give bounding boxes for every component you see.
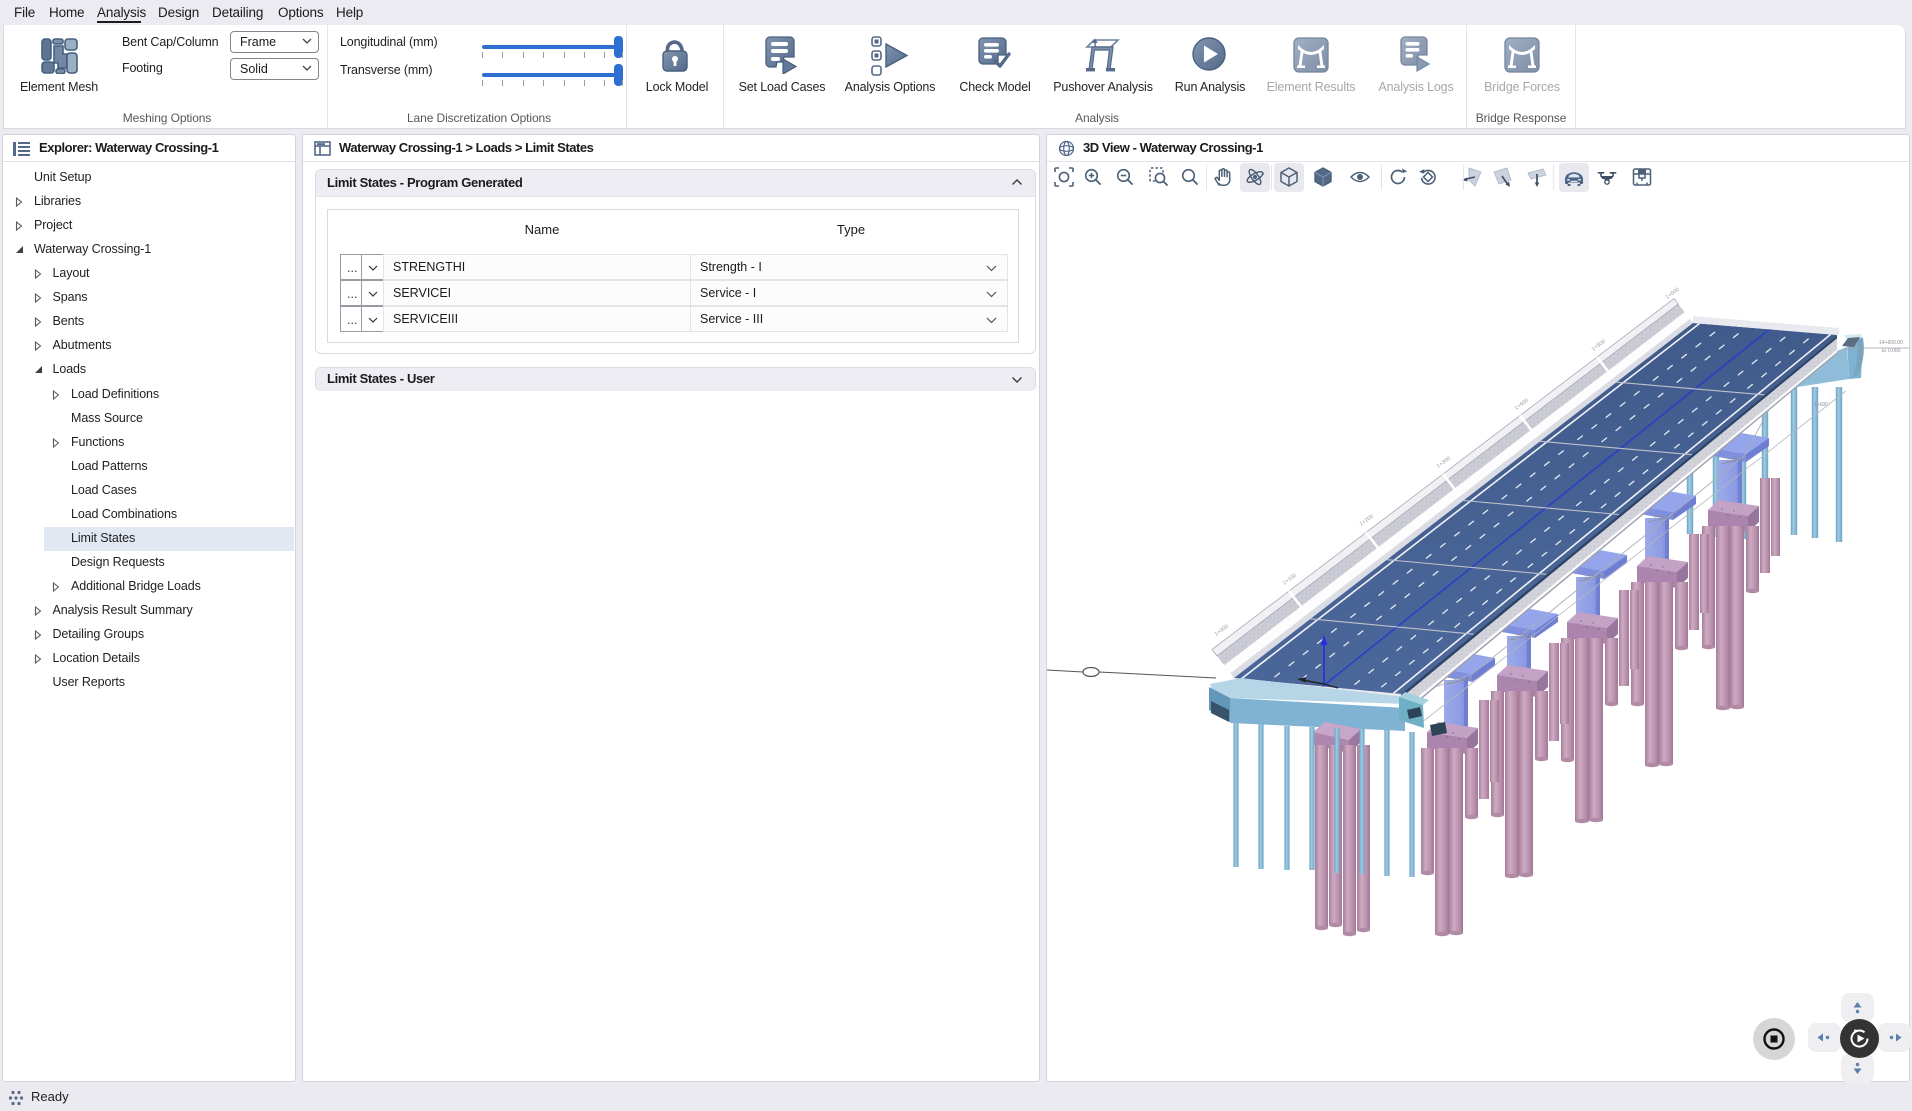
svg-text:1+300: 1+300 xyxy=(1436,456,1452,470)
svg-text:1+500: 1+500 xyxy=(1591,339,1607,353)
svg-text:El 0.000: El 0.000 xyxy=(1882,348,1901,354)
svg-text:1+100: 1+100 xyxy=(1282,573,1298,587)
svg-text:14+600.00: 14+600.00 xyxy=(1879,340,1903,346)
svg-text:1+000: 1+000 xyxy=(1214,624,1230,638)
svg-text:1+600: 1+600 xyxy=(1665,287,1681,301)
svg-text:1+600: 1+600 xyxy=(1814,402,1828,408)
svg-text:1+200: 1+200 xyxy=(1359,514,1375,528)
